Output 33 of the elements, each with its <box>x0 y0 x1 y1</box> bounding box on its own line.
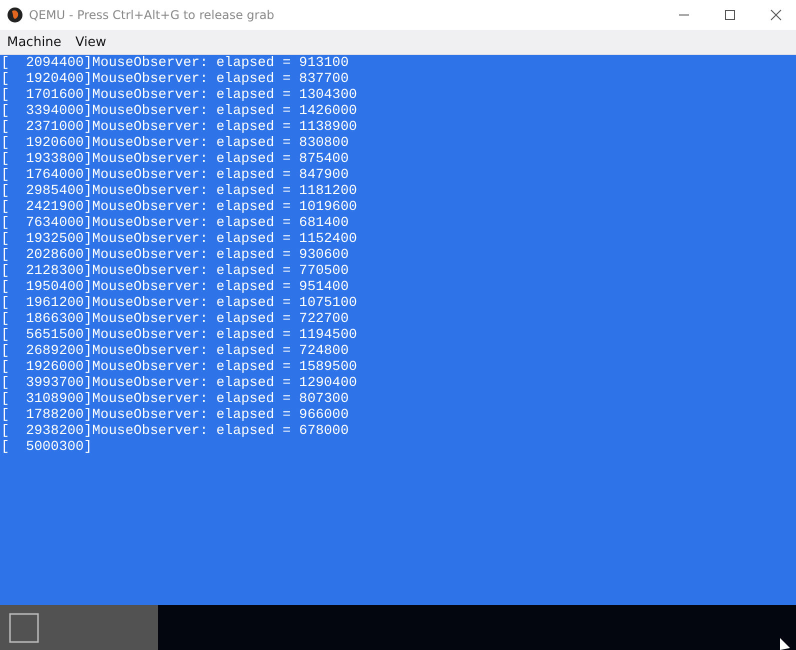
console-line: [ 1701600]MouseObserver: elapsed = 1304300 <box>0 88 358 104</box>
console-line: [ 2985400]MouseObserver: elapsed = 1181200 <box>0 184 358 200</box>
console-line: [ 3108900]MouseObserver: elapsed = 807300 <box>0 392 350 408</box>
console-line: [ 1926000]MouseObserver: elapsed = 1589500 <box>0 360 358 376</box>
console-line: [ 5651500]MouseObserver: elapsed = 1194500 <box>0 328 358 344</box>
square-icon[interactable] <box>9 612 39 642</box>
console-line: [ 2421900]MouseObserver: elapsed = 1019600 <box>0 200 358 216</box>
console-line: [ 1932500]MouseObserver: elapsed = 1152400 <box>0 232 358 248</box>
close-icon[interactable] <box>770 9 782 21</box>
console-line: [ 1933800]MouseObserver: elapsed = 875400 <box>0 152 350 168</box>
console-line: [ 1920400]MouseObserver: elapsed = 837700 <box>0 72 350 88</box>
window-title: QEMU - Press Ctrl+Alt+G to release grab <box>29 8 274 22</box>
console-line: [ 1920600]MouseObserver: elapsed = 830800 <box>0 136 350 152</box>
console-line: [ 7634000]MouseObserver: elapsed = 681400 <box>0 216 350 232</box>
console-line: [ 1950400]MouseObserver: elapsed = 951400 <box>0 280 350 296</box>
console-line: [ 1866300]MouseObserver: elapsed = 722700 <box>0 312 350 328</box>
console-line: [ 5000300] <box>0 440 94 456</box>
console-line: [ 2938200]MouseObserver: elapsed = 678000 <box>0 424 350 440</box>
console-line: [ 2028600]MouseObserver: elapsed = 930600 <box>0 248 350 264</box>
console-line: [ 2689200]MouseObserver: elapsed = 724800 <box>0 344 350 360</box>
mouse-pointer-icon <box>780 638 790 650</box>
menu-item[interactable]: Machine <box>7 34 62 50</box>
console-line: [ 2128300]MouseObserver: elapsed = 770500 <box>0 264 350 280</box>
app-logo-icon <box>7 7 23 23</box>
console-line: [ 1788200]MouseObserver: elapsed = 966000 <box>0 408 350 424</box>
maximize-icon[interactable] <box>724 9 736 21</box>
menu-item[interactable]: View <box>75 34 106 50</box>
console-line: [ 1961200]MouseObserver: elapsed = 1075100 <box>0 296 358 312</box>
console-line: [ 2371000]MouseObserver: elapsed = 1138900 <box>0 120 358 136</box>
console-line: [ 2094400]MouseObserver: elapsed = 913100 <box>0 56 350 72</box>
console-line: [ 3394000]MouseObserver: elapsed = 1426000 <box>0 104 358 120</box>
console-line: [ 3993700]MouseObserver: elapsed = 1290400 <box>0 376 358 392</box>
console-line: [ 1764000]MouseObserver: elapsed = 847900 <box>0 168 350 184</box>
